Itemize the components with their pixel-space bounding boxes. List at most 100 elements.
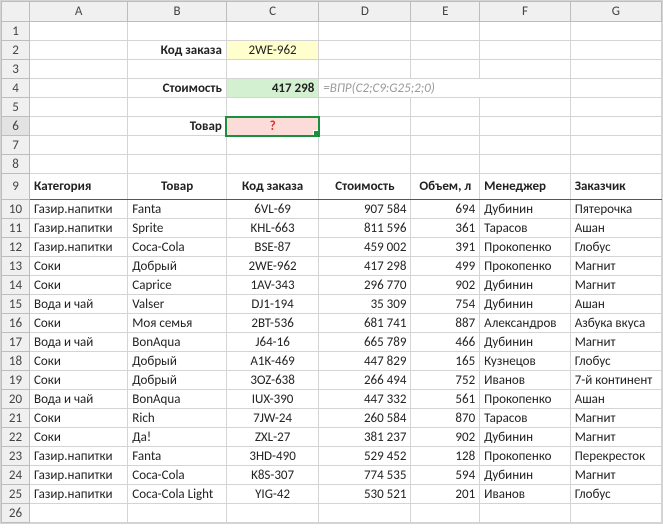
cell[interactable]	[30, 136, 128, 155]
cell-product[interactable]: Coca-Cola	[128, 466, 227, 485]
cell[interactable]	[411, 60, 480, 79]
cell-volume[interactable]: 561	[411, 390, 480, 409]
cell[interactable]	[570, 136, 661, 155]
cell-volume[interactable]: 499	[411, 257, 480, 276]
cell-manager[interactable]: Иванов	[480, 371, 571, 390]
row-header[interactable]: 16	[2, 314, 30, 333]
cell[interactable]	[411, 22, 480, 41]
cell-volume[interactable]: 752	[411, 371, 480, 390]
col-header-d[interactable]: D	[319, 2, 411, 22]
cell[interactable]	[30, 98, 128, 117]
cell-cost[interactable]: 907 584	[319, 200, 411, 219]
cell[interactable]	[128, 22, 227, 41]
cell-volume[interactable]: 594	[411, 466, 480, 485]
cell-cost[interactable]: 665 789	[319, 333, 411, 352]
table-header-product[interactable]: Товар	[128, 174, 227, 200]
cell[interactable]	[480, 41, 571, 60]
cell-volume[interactable]: 201	[411, 485, 480, 504]
cell-label-order-code[interactable]: Код заказа	[128, 41, 227, 60]
cell-volume[interactable]: 361	[411, 219, 480, 238]
cell[interactable]	[319, 41, 411, 60]
cell[interactable]	[128, 98, 227, 117]
cell-product[interactable]: Rich	[128, 409, 227, 428]
cell-cost[interactable]: 530 521	[319, 485, 411, 504]
cell[interactable]	[319, 136, 411, 155]
col-header-b[interactable]: B	[128, 2, 227, 22]
cell-manager[interactable]: Дубинин	[480, 276, 571, 295]
cell-product[interactable]: BonAqua	[128, 333, 227, 352]
cell[interactable]	[30, 60, 128, 79]
cell-product[interactable]: Fanta	[128, 447, 227, 466]
cell-customer[interactable]: Глобус	[570, 238, 661, 257]
cell-code[interactable]: IUX-390	[226, 390, 318, 409]
row-header[interactable]: 21	[2, 409, 30, 428]
cell[interactable]	[411, 41, 480, 60]
cell-product[interactable]: Coca-Cola Light	[128, 485, 227, 504]
cell[interactable]	[411, 117, 480, 136]
cell[interactable]	[570, 155, 661, 174]
cell-product[interactable]: Sprite	[128, 219, 227, 238]
row-header[interactable]: 1	[2, 22, 30, 41]
cell-volume[interactable]: 128	[411, 447, 480, 466]
cell-cost[interactable]: 811 596	[319, 219, 411, 238]
cell-customer[interactable]: Магнит	[570, 409, 661, 428]
cell[interactable]	[480, 98, 571, 117]
cell[interactable]	[480, 22, 571, 41]
row-header[interactable]: 3	[2, 60, 30, 79]
cell[interactable]	[411, 98, 480, 117]
cell[interactable]	[319, 98, 411, 117]
cell-category[interactable]: Вода и чай	[30, 333, 128, 352]
cell[interactable]	[411, 155, 480, 174]
cell-manager[interactable]: Дубинин	[480, 333, 571, 352]
cell-cost[interactable]: 774 535	[319, 466, 411, 485]
cell-code[interactable]: DJ1-194	[226, 295, 318, 314]
cell-code[interactable]: KHL-663	[226, 219, 318, 238]
cell-code[interactable]: 2BT-536	[226, 314, 318, 333]
col-header-g[interactable]: G	[570, 2, 661, 22]
cell[interactable]	[226, 136, 318, 155]
cell-product[interactable]: Моя семья	[128, 314, 227, 333]
cell-code[interactable]: A1K-469	[226, 352, 318, 371]
cell-formula-text[interactable]: =ВПР(С2;С9:G25;2;0)	[319, 79, 570, 98]
cell[interactable]	[30, 79, 128, 98]
cell[interactable]	[226, 155, 318, 174]
cell[interactable]	[570, 98, 661, 117]
cell-cost[interactable]: 266 494	[319, 371, 411, 390]
cell-category[interactable]: Соки	[30, 428, 128, 447]
cell[interactable]	[128, 60, 227, 79]
cell-category[interactable]: Соки	[30, 371, 128, 390]
cell-customer[interactable]: Ашан	[570, 219, 661, 238]
row-header[interactable]: 9	[2, 174, 30, 200]
row-header[interactable]: 23	[2, 447, 30, 466]
cell[interactable]	[570, 117, 661, 136]
cell-volume[interactable]: 165	[411, 352, 480, 371]
cell-code[interactable]: YIG-42	[226, 485, 318, 504]
cell-customer[interactable]: Ашан	[570, 295, 661, 314]
cell-cost[interactable]: 417 298	[319, 257, 411, 276]
cell[interactable]	[319, 22, 411, 41]
cell-product[interactable]: Да!	[128, 428, 227, 447]
cell-category[interactable]: Газир.напитки	[30, 466, 128, 485]
table-header-manager[interactable]: Менеджер	[480, 174, 571, 200]
cell-product[interactable]: Добрый	[128, 352, 227, 371]
cell-manager[interactable]: Прокопенко	[480, 390, 571, 409]
cell[interactable]	[319, 117, 411, 136]
cell-customer[interactable]: Магнит	[570, 466, 661, 485]
row-header[interactable]: 25	[2, 485, 30, 504]
cell-product[interactable]: Caprice	[128, 276, 227, 295]
table-header-volume[interactable]: Объем, л	[411, 174, 480, 200]
cell-product[interactable]: Добрый	[128, 371, 227, 390]
table-header-customer[interactable]: Заказчик	[570, 174, 661, 200]
row-header[interactable]: 11	[2, 219, 30, 238]
cell-manager[interactable]: Прокопенко	[480, 447, 571, 466]
table-header-code[interactable]: Код заказа	[226, 174, 318, 200]
cell-order-code-value[interactable]: 2WE-962	[226, 41, 318, 60]
cell-category[interactable]: Газир.напитки	[30, 238, 128, 257]
cell-customer[interactable]: Пятерочка	[570, 200, 661, 219]
spreadsheet[interactable]: A B C D E F G 1 2 Код заказа 2WE-962 3 4…	[0, 0, 663, 524]
row-header[interactable]: 6	[2, 117, 30, 136]
row-header[interactable]: 13	[2, 257, 30, 276]
cell-category[interactable]: Соки	[30, 257, 128, 276]
cell[interactable]	[128, 136, 227, 155]
cell[interactable]	[319, 60, 411, 79]
